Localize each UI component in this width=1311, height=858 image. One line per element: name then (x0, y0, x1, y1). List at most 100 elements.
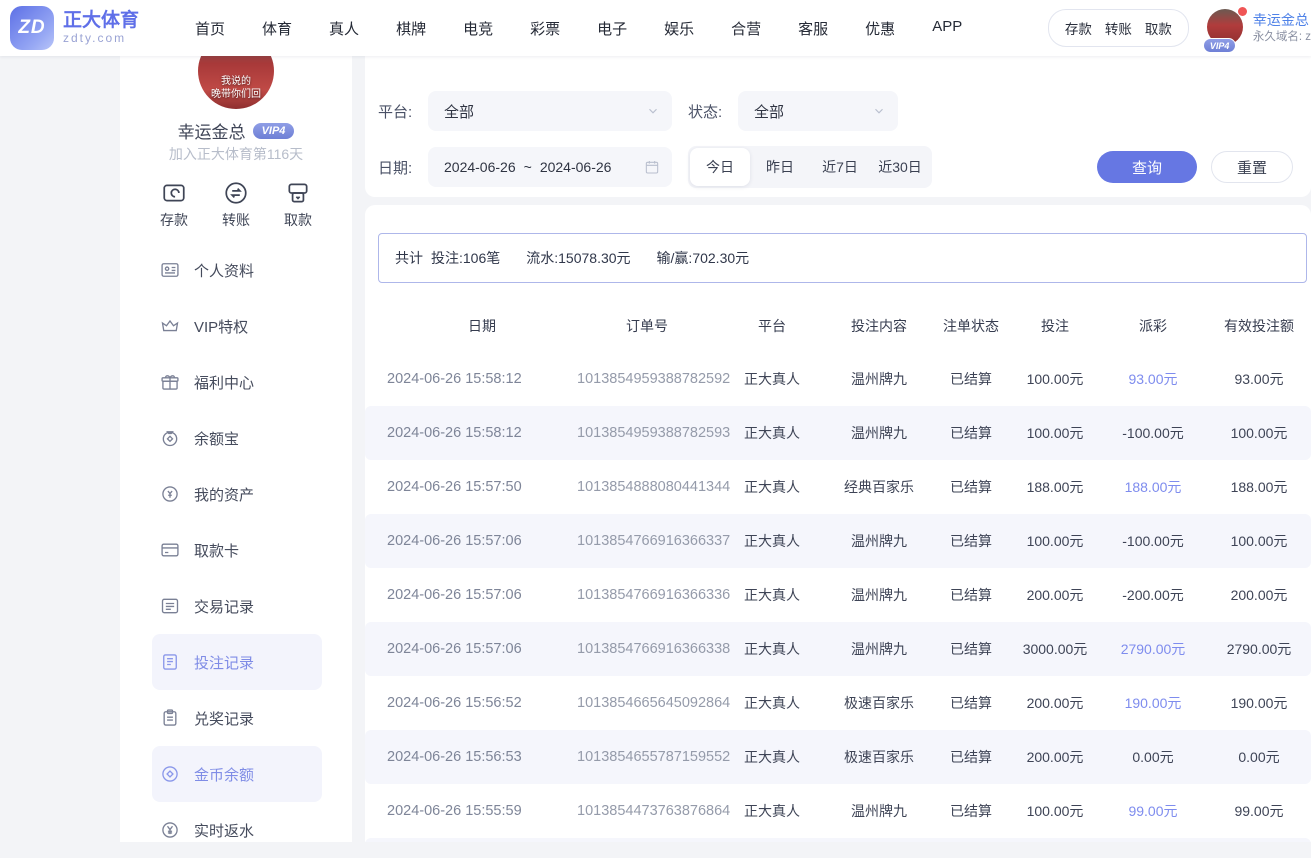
cell-platform: 正大真人 (717, 693, 827, 713)
cell-order-number: 1013854766916366338 (577, 641, 717, 657)
summary-bets: 投注:106笔 (431, 248, 500, 268)
cell-status: 已结算 (931, 423, 1011, 443)
quick-action-deposit[interactable]: 存款 (148, 180, 200, 230)
cell-order-number: 1013854473763876864 (577, 803, 717, 819)
nav-item[interactable]: 真人 (329, 18, 359, 39)
header-avatar[interactable]: VIP4 (1207, 9, 1245, 47)
sidebar-item-transactions[interactable]: 交易记录 (152, 578, 322, 634)
site-logo[interactable]: ZD 正大体育 zdty.com (10, 6, 139, 50)
gift-icon (160, 372, 180, 392)
sidebar-item-withdraw-card[interactable]: 取款卡 (152, 522, 322, 578)
wallet-action-link[interactable]: 转账 (1105, 18, 1132, 38)
cell-status: 已结算 (931, 801, 1011, 821)
sidebar-item-label: 个人资料 (194, 260, 254, 281)
nav-item[interactable]: 合营 (731, 18, 761, 39)
cell-platform: 正大真人 (717, 639, 827, 659)
nav-item[interactable]: 客服 (798, 18, 828, 39)
date-range-pill[interactable]: 近30日 (870, 148, 930, 186)
nav-item[interactable]: 电子 (597, 18, 627, 39)
sidebar-item-bet-records[interactable]: 投注记录 (152, 634, 322, 690)
sidebar-item-vip[interactable]: VIP特权 (152, 298, 322, 354)
nav-item[interactable]: APP (932, 18, 962, 39)
sidebar-menu: 个人资料 VIP特权 福利中心 余额宝 我的资产 (120, 242, 352, 858)
sidebar-item-welfare[interactable]: 福利中心 (152, 354, 322, 410)
table-row: 2024-06-26 15:57:50 1013854888080441344 … (365, 460, 1311, 514)
sidebar-item-assets[interactable]: 我的资产 (152, 466, 322, 522)
avatar-caption-line2: 晚带你们回 (211, 89, 261, 102)
redeem-record-icon (160, 708, 180, 728)
table-row: 2024-06-26 15:57:06 1013854766916366338 … (365, 622, 1311, 676)
cell-platform: 正大真人 (717, 747, 827, 767)
cell-payout: -200.00元 (1099, 585, 1207, 605)
sidebar-item-profile[interactable]: 个人资料 (152, 242, 322, 298)
date-range-pill[interactable]: 今日 (690, 148, 750, 186)
bank-card-icon (160, 540, 180, 560)
platform-select[interactable]: 全部 (428, 91, 672, 131)
cell-valid-bet: 2790.00元 (1207, 639, 1311, 659)
avatar-caption-line1: 我说的 (221, 76, 251, 89)
date-range-pill[interactable]: 近7日 (810, 148, 870, 186)
search-button[interactable]: 查询 (1097, 151, 1197, 183)
nav-item[interactable]: 优惠 (865, 18, 895, 39)
cell-date: 2024-06-26 15:58:12 (387, 371, 577, 387)
transaction-list-icon (160, 596, 180, 616)
quick-action-transfer[interactable]: 转账 (210, 180, 262, 230)
cell-valid-bet: 190.00元 (1207, 693, 1311, 713)
table-row: 2024-06-26 15:57:06 1013854766916366336 … (365, 568, 1311, 622)
quick-action-label: 取款 (284, 210, 312, 230)
nav-item[interactable]: 首页 (195, 18, 225, 39)
status-label: 状态: (688, 101, 722, 122)
cell-status: 已结算 (931, 531, 1011, 551)
cell-payout: -100.00元 (1099, 423, 1207, 443)
cell-bet-content: 温州牌九 (827, 801, 931, 821)
cell-bet-content: 温州牌九 (827, 423, 931, 443)
table-row: 2024-06-26 15:56:53 1013854655787159552 … (365, 730, 1311, 784)
sidebar-item-rebate[interactable]: 实时返水 (152, 802, 322, 858)
table-header-row: 日期 订单号 平台 投注内容 注单状态 投注 派彩 有效投注额 (365, 300, 1311, 352)
cell-bet-content: 温州牌九 (827, 369, 931, 389)
cell-platform: 正大真人 (717, 369, 827, 389)
nav-item[interactable]: 电竞 (463, 18, 493, 39)
deposit-icon (161, 180, 187, 206)
profile-sidebar: 我说的 晚带你们回 幸运金总 VIP4 加入正大体育第116天 存款 转账 取款 (120, 56, 352, 842)
nav-item[interactable]: 体育 (262, 18, 292, 39)
cell-bet-content: 经典百家乐 (827, 477, 931, 497)
cell-bet-content: 温州牌九 (827, 585, 931, 605)
id-card-icon (160, 260, 180, 280)
nav-item[interactable]: 彩票 (530, 18, 560, 39)
next-row-partial (365, 838, 1311, 842)
cell-bet-amount: 200.00元 (1011, 693, 1099, 713)
nav-item[interactable]: 娱乐 (664, 18, 694, 39)
date-end-value: 2024-06-26 (540, 159, 612, 175)
sidebar-item-coin-balance[interactable]: 金币余额 (152, 746, 322, 802)
notification-dot (1238, 7, 1247, 16)
status-select[interactable]: 全部 (738, 91, 898, 131)
logo-mark-icon: ZD (10, 6, 54, 50)
logo-subtitle: zdty.com (63, 32, 139, 45)
date-range-input[interactable]: 2024-06-26 ~ 2024-06-26 (428, 147, 672, 187)
assets-icon (160, 484, 180, 504)
wallet-action-link[interactable]: 存款 (1065, 18, 1092, 38)
column-header: 有效投注额 (1207, 316, 1311, 336)
header-username[interactable]: 幸运金总 (1253, 11, 1311, 30)
reset-button[interactable]: 重置 (1211, 151, 1293, 183)
table-row: 2024-06-26 15:55:59 1013854473763876864 … (365, 784, 1311, 838)
nav-item[interactable]: 棋牌 (396, 18, 426, 39)
table-row: 2024-06-26 15:56:52 1013854665645092864 … (365, 676, 1311, 730)
summary-turnover: 流水:15078.30元 (526, 248, 630, 268)
sidebar-item-yuebao[interactable]: 余额宝 (152, 410, 322, 466)
chevron-down-icon (646, 104, 660, 118)
quick-action-label: 转账 (222, 210, 250, 230)
date-range-pill[interactable]: 昨日 (750, 148, 810, 186)
sidebar-item-label: 实时返水 (194, 820, 254, 841)
wallet-action-link[interactable]: 取款 (1145, 18, 1172, 38)
sidebar-item-label: 交易记录 (194, 596, 254, 617)
cell-payout: -100.00元 (1099, 531, 1207, 551)
wallet-actions-pill: 存款 转账 取款 (1048, 9, 1189, 47)
quick-action-withdraw[interactable]: 取款 (272, 180, 324, 230)
cell-date: 2024-06-26 15:57:06 (387, 641, 577, 657)
cell-valid-bet: 200.00元 (1207, 585, 1311, 605)
sidebar-item-redeem-records[interactable]: 兑奖记录 (152, 690, 322, 746)
summary-bar: 共计 投注:106笔 流水:15078.30元 输/赢:702.30元 (378, 233, 1307, 283)
cell-bet-amount: 188.00元 (1011, 477, 1099, 497)
